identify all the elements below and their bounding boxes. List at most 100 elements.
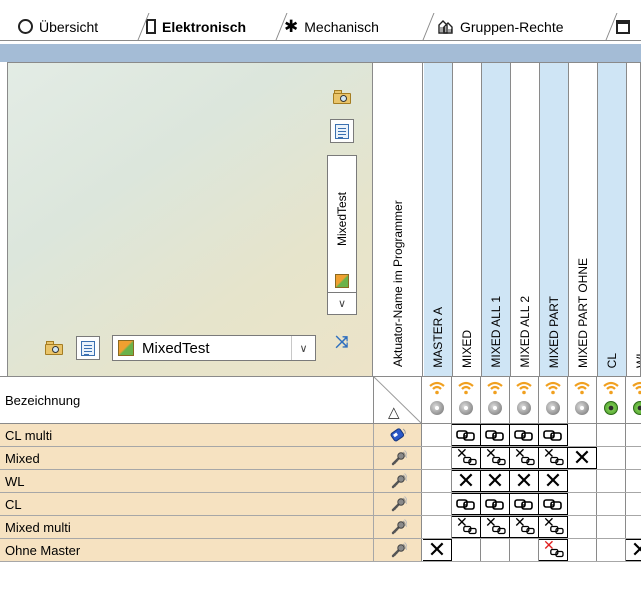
assignment-cell[interactable]: ✕ (510, 514, 539, 538)
wireless-icon (603, 381, 619, 395)
tab-overview[interactable]: Übersicht (18, 13, 140, 40)
assignment-cell[interactable] (510, 493, 539, 515)
assignment-cell[interactable] (423, 516, 452, 538)
assignment-cell[interactable] (597, 493, 626, 515)
assignment-cell[interactable]: ✕ (539, 470, 568, 492)
assignment-cell[interactable] (452, 424, 481, 446)
assignment-cell[interactable] (452, 493, 481, 515)
tab-group-rights[interactable]: Gruppen-Rechte (438, 13, 603, 40)
table-row[interactable]: CL multi (0, 424, 641, 447)
tab-label: Gruppen-Rechte (460, 18, 564, 35)
designation-header[interactable]: Bezeichnung (5, 377, 80, 423)
list-view-button[interactable] (330, 119, 354, 143)
cross-link-icon: ✕ (541, 537, 565, 560)
link-icon (514, 430, 533, 441)
programmer-select[interactable]: MixedTest ∨ (112, 335, 316, 361)
cross-mark-icon: ✕ (485, 468, 505, 493)
more-tab-icon (616, 19, 630, 34)
column-status-cell (481, 377, 510, 423)
assignment-cell[interactable]: ✕ (510, 445, 539, 469)
table-row[interactable]: WL ✕ ✕ ✕ ✕ (0, 470, 641, 493)
assignment-cell[interactable]: ✕ (539, 537, 568, 561)
assignment-cell[interactable] (423, 424, 452, 446)
cross-mark-icon: ✕ (630, 537, 641, 562)
list-view-button-bottom[interactable] (76, 336, 100, 360)
table-row[interactable]: CL (0, 493, 641, 516)
assignment-cell[interactable] (568, 539, 597, 561)
assignment-cell[interactable] (626, 424, 641, 446)
folder-search-icon (333, 90, 351, 104)
assignment-cell[interactable]: ✕ (510, 470, 539, 492)
row-label: WL (0, 470, 373, 492)
status-dot-icon (517, 401, 531, 415)
assignment-cell[interactable] (597, 539, 626, 561)
assignment-cell[interactable] (597, 516, 626, 538)
assignment-cell[interactable] (452, 539, 481, 561)
assignment-cell[interactable]: ✕ (452, 470, 481, 492)
assignment-cell[interactable] (510, 539, 539, 561)
cross-link-icon: ✕ (512, 514, 536, 537)
assignment-cell[interactable] (597, 447, 626, 469)
column-header[interactable]: MIXED (453, 63, 482, 376)
tab-electronic[interactable]: Elektronisch (146, 13, 277, 40)
sort-header[interactable]: △ (373, 377, 422, 423)
assignment-cell[interactable] (423, 493, 452, 515)
assignment-cell[interactable] (510, 424, 539, 446)
assignment-cell[interactable] (597, 470, 626, 492)
assignment-cell[interactable]: ✕ (626, 539, 641, 561)
assignment-cell[interactable] (597, 424, 626, 446)
auto-assign-button[interactable]: ⤨ (330, 331, 354, 355)
status-dot-icon (604, 401, 618, 415)
row-type-cell (373, 424, 422, 446)
tab-more[interactable] (616, 13, 641, 40)
search-folder-button[interactable] (330, 85, 354, 109)
link-icon (550, 548, 564, 558)
assignment-cell[interactable]: ✕ (481, 445, 510, 469)
assignment-cell[interactable] (539, 493, 568, 515)
column-header[interactable]: WL (627, 63, 640, 376)
row-cells (423, 424, 641, 446)
tab-mechanical[interactable]: ✱ Mechanisch (284, 13, 418, 40)
assignment-cell[interactable]: ✕ (539, 514, 568, 538)
search-folder-button-bottom[interactable] (42, 336, 66, 360)
assignment-cell[interactable]: ✕ (481, 470, 510, 492)
vertical-programmer-select[interactable]: MixedTest ∨ (327, 155, 357, 315)
assignment-cell[interactable]: ✕ (452, 514, 481, 538)
column-header[interactable]: CL (598, 63, 627, 376)
column-header[interactable]: MASTER A (424, 63, 453, 376)
row-type-cell (373, 447, 422, 469)
assignment-cell[interactable] (626, 516, 641, 538)
assignment-cell[interactable] (626, 470, 641, 492)
table-row[interactable]: Mixed ✕ ✕ ✕ ✕ ✕ (0, 445, 641, 470)
assignment-cell[interactable] (481, 424, 510, 446)
assignment-cell[interactable]: ✕ (539, 445, 568, 469)
row-label: Mixed multi (0, 516, 373, 538)
assignment-cell[interactable]: ✕ (568, 447, 597, 469)
assignment-cell[interactable] (481, 493, 510, 515)
chevron-down-icon[interactable]: ∨ (291, 336, 315, 360)
actuator-name-column-header: Aktuator-Name im Programmer (374, 63, 423, 376)
assignment-cell[interactable]: ✕ (481, 514, 510, 538)
column-header[interactable]: MIXED PART OHNE (569, 63, 598, 376)
column-header[interactable]: MIXED ALL 1 (482, 63, 511, 376)
assignment-cell[interactable] (626, 447, 641, 469)
column-header[interactable]: MIXED PART (540, 63, 569, 376)
tab-label: Elektronisch (162, 18, 247, 35)
column-header[interactable]: MIXED ALL 2 (511, 63, 540, 376)
assignment-cell[interactable]: ✕ (423, 539, 452, 561)
assignment-cell[interactable] (539, 424, 568, 446)
cross-link-icon: ✕ (454, 514, 478, 537)
assignment-cell[interactable] (568, 424, 597, 446)
assignment-cell[interactable] (481, 539, 510, 561)
assignment-cell[interactable] (626, 493, 641, 515)
assignment-cell[interactable] (423, 470, 452, 492)
status-dot-icon (546, 401, 560, 415)
assignment-cell[interactable]: ✕ (452, 445, 481, 469)
table-row[interactable]: Ohne Master ✕ ✕ ✕ (0, 537, 641, 562)
assignment-cell[interactable] (568, 516, 597, 538)
assignment-cell[interactable] (423, 447, 452, 469)
assignment-cell[interactable] (568, 493, 597, 515)
chevron-down-icon[interactable]: ∨ (328, 293, 356, 313)
assignment-cell[interactable] (568, 470, 597, 492)
table-row[interactable]: Mixed multi ✕ ✕ ✕ ✕ (0, 514, 641, 539)
